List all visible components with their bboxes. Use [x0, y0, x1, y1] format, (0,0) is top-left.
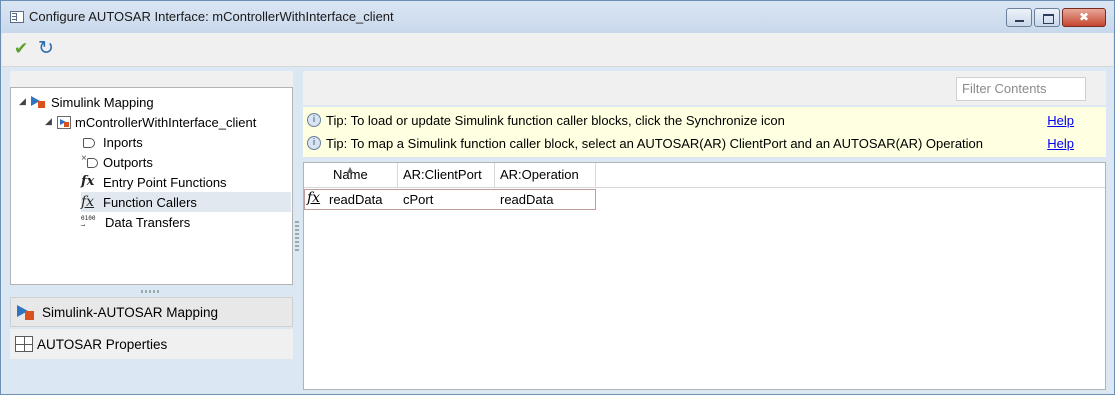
- minimize-button[interactable]: [1006, 8, 1032, 27]
- nav-label: Simulink-AUTOSAR Mapping: [42, 304, 219, 320]
- close-button[interactable]: [1062, 8, 1106, 27]
- tree-item-inports[interactable]: Inports: [81, 132, 143, 152]
- help-link[interactable]: Help: [1047, 113, 1074, 128]
- table-header: Name ▲ AR:ClientPort AR:Operation: [304, 163, 1105, 188]
- data-transfer-icon: 0100 ⟶: [81, 215, 96, 229]
- tree-node-label: mControllerWithInterface_client: [75, 114, 257, 130]
- column-header-name[interactable]: Name ▲: [333, 165, 368, 185]
- simulink-autosar-mapping-icon: [16, 303, 38, 321]
- tree-item-label: Inports: [103, 134, 143, 150]
- maximize-button[interactable]: [1034, 8, 1060, 27]
- tree-header-strip: [10, 71, 293, 87]
- filter-input[interactable]: Filter Contents: [956, 77, 1086, 101]
- vertical-splitter-handle[interactable]: [295, 221, 299, 251]
- window-controls: [1004, 8, 1106, 27]
- tree-node-model[interactable]: ◢ mControllerWithInterface_client: [45, 112, 256, 132]
- tip-row: i Tip: To load or update Simulink functi…: [303, 109, 1106, 131]
- column-divider[interactable]: [397, 163, 398, 188]
- info-icon: i: [307, 136, 321, 150]
- tip-text: Tip: To load or update Simulink function…: [326, 112, 785, 128]
- toolbar: ✔ ↻: [2, 33, 1113, 67]
- inport-icon: [81, 135, 99, 149]
- tree-item-label: Entry Point Functions: [103, 174, 227, 190]
- sort-ascending-icon: ▲: [347, 165, 354, 174]
- tree-item-outports[interactable]: Outports: [81, 152, 153, 172]
- mapping-tree: ◢ Simulink Mapping ◢ mControllerWithInte…: [10, 87, 293, 285]
- outport-icon: [81, 153, 99, 169]
- column-divider[interactable]: [494, 163, 495, 188]
- column-header-operation[interactable]: AR:Operation: [500, 167, 579, 185]
- tree-item-entry-point-functions[interactable]: fx Entry Point Functions: [81, 172, 227, 192]
- autosar-properties-icon: [15, 336, 33, 352]
- simulink-mapping-icon: [31, 95, 47, 109]
- tree-item-data-transfers[interactable]: 0100 ⟶ Data Transfers: [81, 212, 190, 232]
- nav-autosar-properties[interactable]: AUTOSAR Properties: [10, 329, 293, 359]
- tree-item-function-callers[interactable]: fx Function Callers: [81, 192, 291, 212]
- tree-node-label: Simulink Mapping: [51, 94, 154, 110]
- tree-item-label: Outports: [103, 154, 153, 170]
- window-title: Configure AUTOSAR Interface: mController…: [29, 9, 394, 24]
- tip-row: i Tip: To map a Simulink function caller…: [303, 132, 1106, 154]
- function-caller-icon: fx: [81, 194, 95, 210]
- fx-icon: fx: [81, 174, 95, 189]
- help-link[interactable]: Help: [1047, 136, 1074, 151]
- tips-panel: i Tip: To load or update Simulink functi…: [303, 107, 1106, 157]
- tree-item-label: Data Transfers: [105, 214, 191, 230]
- synchronize-icon[interactable]: ↻: [38, 37, 54, 59]
- cell-name[interactable]: readData: [329, 192, 382, 207]
- window-icon: [10, 11, 24, 23]
- info-icon: i: [307, 113, 321, 127]
- nav-label: AUTOSAR Properties: [37, 336, 168, 352]
- expand-arrow-icon[interactable]: ◢: [19, 97, 31, 107]
- tip-text: Tip: To map a Simulink function caller b…: [326, 135, 984, 151]
- function-caller-icon: fx: [307, 190, 321, 206]
- function-callers-table: Name ▲ AR:ClientPort AR:Operation fx rea…: [303, 162, 1106, 390]
- title-bar[interactable]: Configure AUTOSAR Interface: mController…: [1, 1, 1114, 33]
- horizontal-splitter-handle[interactable]: [141, 290, 161, 293]
- model-icon: [57, 115, 71, 129]
- expand-arrow-icon[interactable]: ◢: [45, 117, 57, 127]
- cell-operation[interactable]: readData: [500, 192, 553, 207]
- column-header-client-port[interactable]: AR:ClientPort: [403, 167, 482, 185]
- configure-autosar-window: Configure AUTOSAR Interface: mController…: [0, 0, 1115, 395]
- tree-item-label: Function Callers: [103, 194, 197, 210]
- column-divider[interactable]: [595, 163, 596, 188]
- tree-node-simulink-mapping[interactable]: ◢ Simulink Mapping: [19, 92, 154, 112]
- table-row[interactable]: fx readData cPort readData: [304, 189, 596, 210]
- nav-simulink-autosar-mapping[interactable]: Simulink-AUTOSAR Mapping: [10, 297, 293, 327]
- check-icon[interactable]: ✔: [14, 39, 28, 59]
- cell-client-port[interactable]: cPort: [403, 192, 433, 207]
